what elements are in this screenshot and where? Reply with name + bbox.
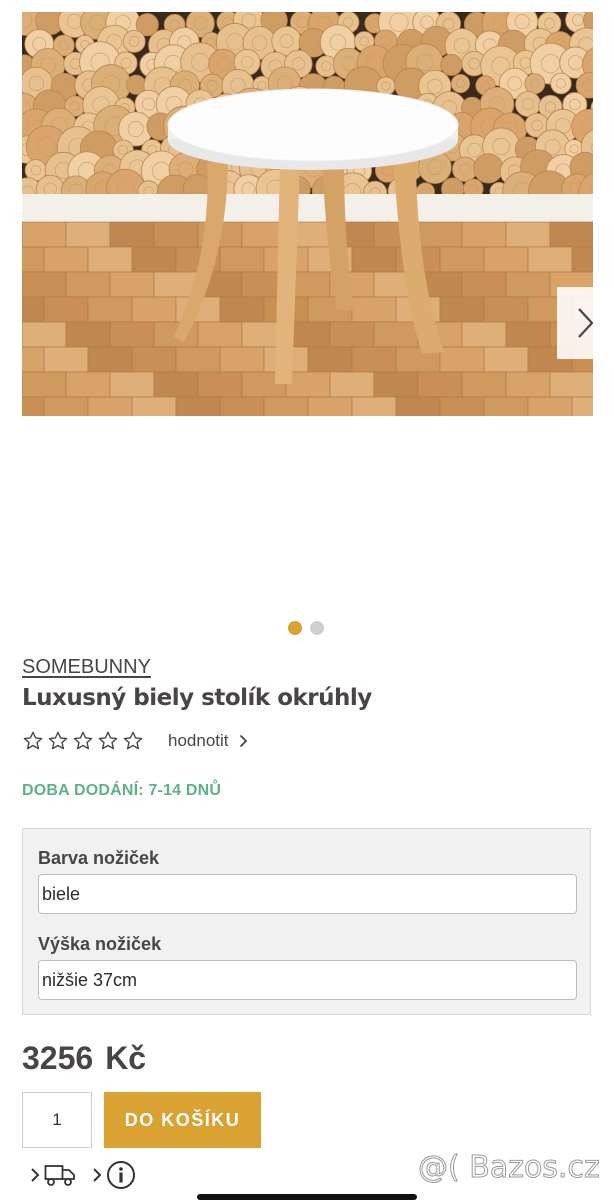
price-currency: Kč bbox=[105, 1040, 147, 1076]
leg-color-label: Barva nožiček bbox=[38, 848, 160, 868]
quantity-input[interactable]: 1 bbox=[22, 1092, 92, 1148]
product-title: Luxusný biely stolík okrúhly bbox=[22, 685, 372, 711]
brand-link[interactable]: SOMEBUNNY bbox=[22, 656, 151, 679]
star-icon[interactable] bbox=[72, 730, 94, 752]
star-icon[interactable] bbox=[97, 730, 119, 752]
delivery-time: DOBA DODÁNÍ: 7-14 DNŮ bbox=[22, 782, 222, 799]
variant-options: Barva nožiček biele Výška nožiček nižšie… bbox=[22, 828, 591, 1015]
product-image[interactable] bbox=[22, 12, 593, 416]
rating-stars[interactable] bbox=[22, 730, 144, 752]
bazos-watermark: @( Bazos.cz bbox=[418, 1150, 601, 1186]
chevron-right-icon bbox=[239, 734, 247, 748]
star-icon[interactable] bbox=[22, 730, 44, 752]
info-links bbox=[30, 1160, 136, 1190]
price: 3256 Kč bbox=[22, 1040, 146, 1077]
price-value: 3256 bbox=[22, 1040, 94, 1076]
leg-color-select[interactable]: biele bbox=[38, 874, 577, 914]
star-icon[interactable] bbox=[122, 730, 144, 752]
next-image-button[interactable] bbox=[557, 287, 593, 359]
leg-height-select[interactable]: nižšie 37cm bbox=[38, 960, 577, 1000]
table-photo bbox=[22, 12, 593, 416]
delivery-truck-icon[interactable] bbox=[44, 1163, 76, 1187]
chevron-right-icon bbox=[578, 308, 593, 338]
home-indicator bbox=[197, 1194, 417, 1200]
gallery-dot-1[interactable] bbox=[288, 621, 302, 635]
gallery-dot-2[interactable] bbox=[310, 621, 324, 635]
chevron-right-icon bbox=[93, 1168, 102, 1182]
chevron-right-icon bbox=[31, 1168, 40, 1182]
rate-link[interactable]: hodnotit bbox=[168, 731, 248, 751]
rate-label: hodnotit bbox=[168, 731, 229, 750]
gallery-pagination bbox=[288, 621, 324, 635]
leg-height-label: Výška nožiček bbox=[38, 934, 162, 954]
add-to-cart-button[interactable]: DO KOŠÍKU bbox=[104, 1092, 261, 1148]
star-icon[interactable] bbox=[47, 730, 69, 752]
info-icon[interactable] bbox=[106, 1160, 136, 1190]
rating-row: hodnotit bbox=[22, 730, 248, 752]
